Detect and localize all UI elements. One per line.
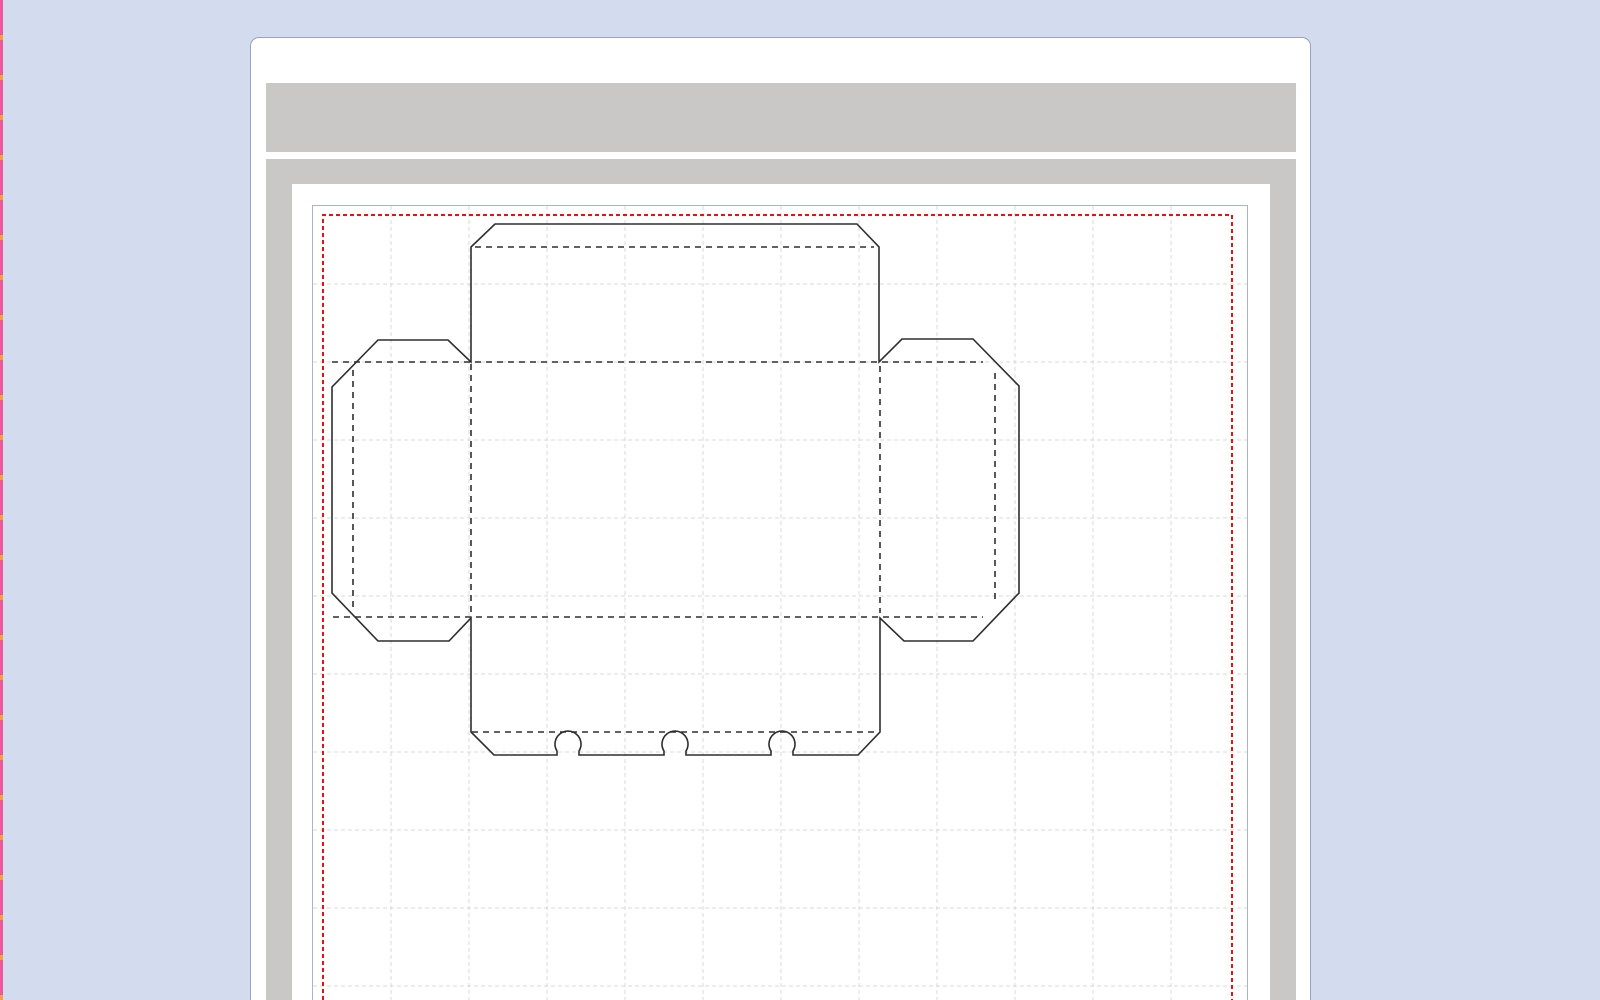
app-background: [0, 0, 1600, 1000]
toolbar: [266, 83, 1296, 152]
screen-edge-accent-strip: [0, 0, 3, 1000]
dieline-fold-lines: [332, 247, 995, 732]
page-viewport[interactable]: [292, 184, 1270, 1000]
preview-window: [250, 37, 1311, 1000]
page-canvas[interactable]: [312, 205, 1248, 1000]
dieline-drawing: [313, 206, 1247, 1000]
margin-guide: [323, 215, 1232, 1000]
window-titlebar: [266, 38, 1296, 83]
page-grid: [313, 206, 1247, 1000]
preview-frame: [266, 159, 1296, 1000]
dieline-cut-line: [332, 224, 1019, 755]
